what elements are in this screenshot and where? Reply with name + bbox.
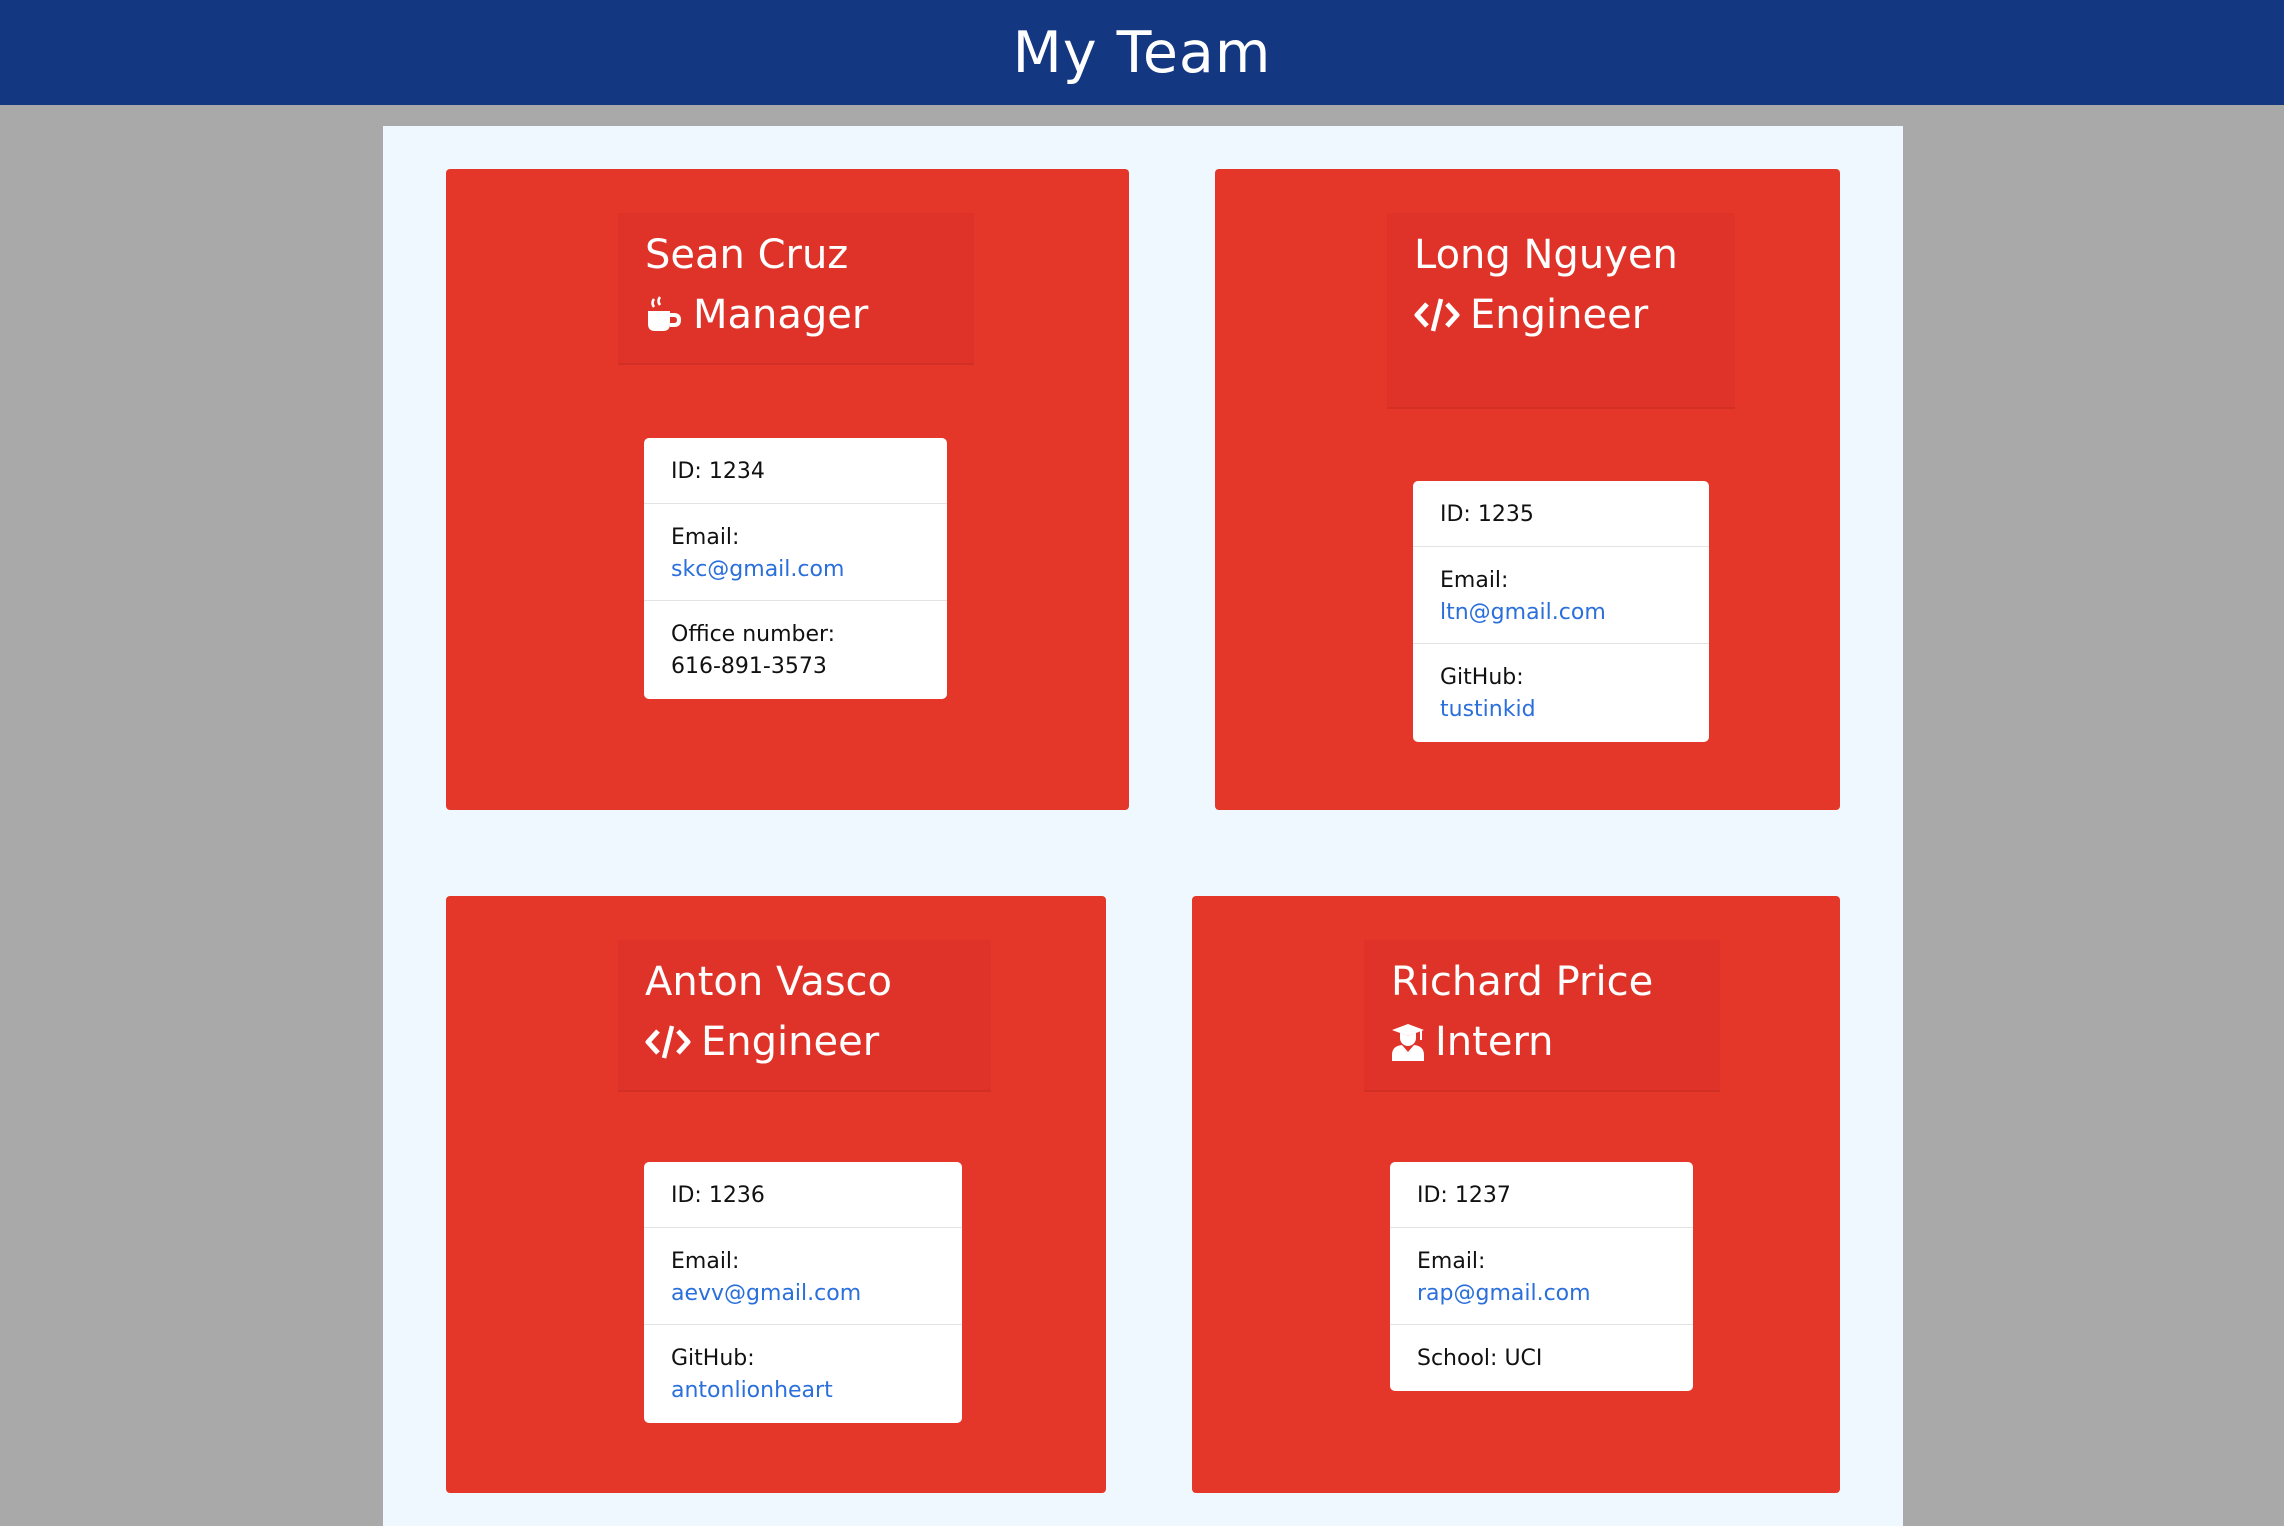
employee-role: Engineer — [1414, 285, 1708, 345]
employee-info-list: ID: 1235 Email: ltn@gmail.com GitHub: tu… — [1413, 481, 1709, 742]
github-label: GitHub: — [1440, 665, 1524, 690]
card-header: Sean Cruz Manager — [618, 213, 974, 365]
office-number-label: Office number: — [671, 622, 836, 647]
header-bar: My Team — [0, 0, 2284, 105]
id-row: ID: 1234 — [644, 438, 947, 504]
employee-card-engineer: Long Nguyen Engineer ID: 1235 Email: ltn… — [1215, 169, 1840, 810]
role-label: Manager — [693, 292, 869, 338]
code-icon — [1414, 297, 1460, 333]
github-link[interactable]: tustinkid — [1440, 697, 1536, 722]
email-label: Email: — [671, 525, 740, 550]
role-label: Engineer — [1470, 292, 1649, 338]
github-row: GitHub: tustinkid — [1413, 644, 1709, 742]
employee-info-list: ID: 1236 Email: aevv@gmail.com GitHub: a… — [644, 1162, 962, 1423]
employee-name: Long Nguyen — [1414, 232, 1678, 278]
email-label: Email: — [1440, 568, 1509, 593]
email-row: Email: skc@gmail.com — [644, 504, 947, 601]
github-label: GitHub: — [671, 1346, 755, 1371]
employee-name: Anton Vasco — [645, 959, 893, 1005]
id-row: ID: 1237 — [1390, 1162, 1693, 1228]
email-link[interactable]: aevv@gmail.com — [671, 1281, 861, 1306]
page-title: My Team — [1012, 19, 1272, 86]
email-link[interactable]: rap@gmail.com — [1417, 1281, 1591, 1306]
employee-card-engineer: Anton Vasco Engineer ID: 1236 Email: aev… — [446, 896, 1106, 1493]
email-row: Email: ltn@gmail.com — [1413, 547, 1709, 644]
graduate-icon — [1391, 1023, 1425, 1061]
employee-role: Engineer — [645, 1012, 964, 1072]
email-row: Email: aevv@gmail.com — [644, 1228, 962, 1325]
card-header: Richard Price Intern — [1364, 940, 1720, 1092]
employee-info-list: ID: 1234 Email: skc@gmail.com Office num… — [644, 438, 947, 699]
mug-hot-icon — [645, 296, 683, 334]
employee-card-manager: Sean Cruz Manager ID: 1234 Email: skc@gm… — [446, 169, 1129, 810]
office-number-value: 616-891-3573 — [671, 654, 827, 679]
code-icon — [645, 1024, 691, 1060]
team-container: Sean Cruz Manager ID: 1234 Email: skc@gm… — [383, 126, 1903, 1526]
card-header: Long Nguyen Engineer — [1387, 213, 1735, 409]
id-row: ID: 1236 — [644, 1162, 962, 1228]
employee-card-intern: Richard Price Intern ID: 1237 Email: rap… — [1192, 896, 1840, 1493]
id-row: ID: 1235 — [1413, 481, 1709, 547]
role-label: Engineer — [701, 1019, 880, 1065]
github-link[interactable]: antonlionheart — [671, 1378, 833, 1403]
email-label: Email: — [1417, 1249, 1486, 1274]
office-number-row: Office number: 616-891-3573 — [644, 601, 947, 699]
employee-role: Intern — [1391, 1012, 1693, 1072]
card-header: Anton Vasco Engineer — [618, 940, 991, 1092]
school-row: School: UCI — [1417, 1346, 1543, 1371]
role-label: Intern — [1435, 1019, 1554, 1065]
employee-role: Manager — [645, 285, 947, 345]
email-link[interactable]: skc@gmail.com — [671, 557, 844, 582]
employee-info-list: ID: 1237 Email: rap@gmail.com School: UC… — [1390, 1162, 1693, 1391]
employee-name: Sean Cruz — [645, 232, 849, 278]
github-row: GitHub: antonlionheart — [644, 1325, 962, 1423]
email-label: Email: — [671, 1249, 740, 1274]
employee-name: Richard Price — [1391, 959, 1654, 1005]
email-row: Email: rap@gmail.com — [1390, 1228, 1693, 1325]
email-link[interactable]: ltn@gmail.com — [1440, 600, 1606, 625]
